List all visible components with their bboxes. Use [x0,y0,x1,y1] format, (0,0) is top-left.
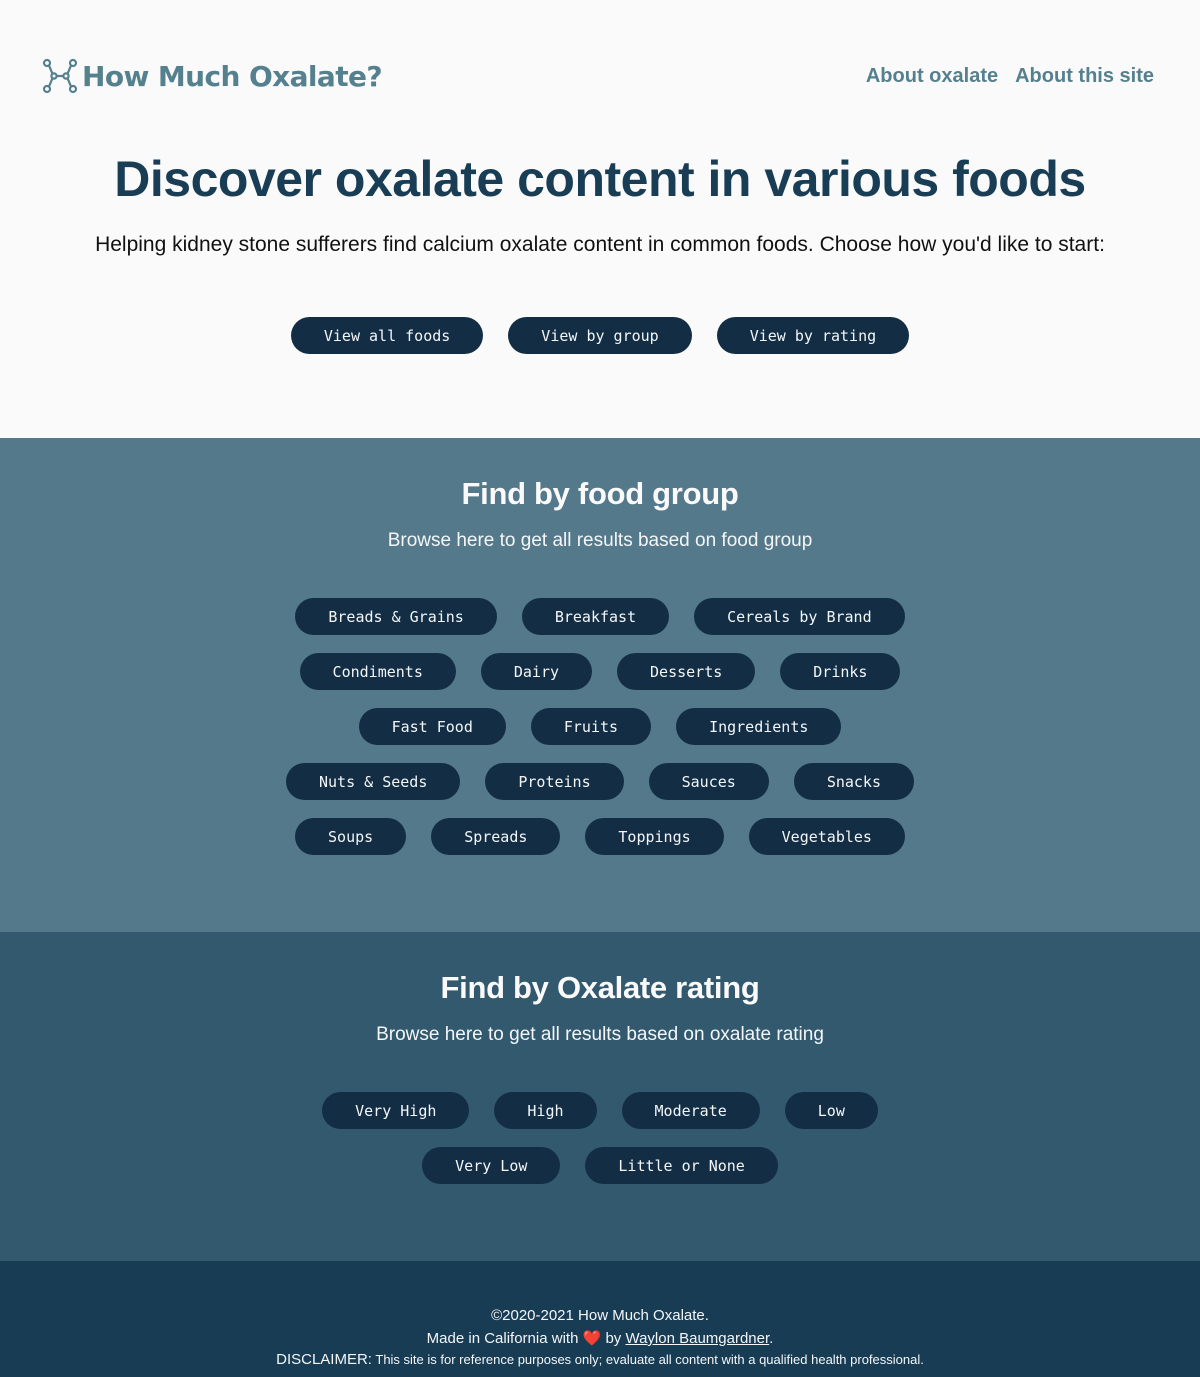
food-group-row: Nuts & Seeds Proteins Sauces Snacks [286,763,914,800]
rating-list: Very High High Moderate Low Very Low Little o… [0,1092,1200,1184]
food-group-list: Breads & Grains Breakfast Cereals by Brand… [0,598,1200,855]
top-nav: How Much Oxalate? About oxalate About th… [42,56,1154,96]
hero-subtitle: Helping kidney stone sufferers find calc… [95,233,1105,256]
food-group-condiments-button[interactable]: Condiments [299,653,456,690]
nav-about-oxalate[interactable]: About oxalate [866,65,998,88]
disclaimer: DISCLAIMER: This site is for reference p… [0,1350,1200,1370]
food-group-row: Breads & Grains Breakfast Cereals by Brand [295,598,905,635]
food-group-fruits-button[interactable]: Fruits [530,708,652,745]
disclaimer-text: This site is for reference purposes only… [375,1352,924,1367]
rating-row: Very Low Little or None [422,1147,778,1184]
brand-logo-link[interactable]: How Much Oxalate? [42,58,383,94]
food-group-snacks-button[interactable]: Snacks [793,763,914,800]
food-group-row: Soups Spreads Toppings Vegetables [295,818,905,855]
view-by-group-button[interactable]: View by group [508,317,692,354]
food-group-fast-food-button[interactable]: Fast Food [358,708,506,745]
made-in-text: Made in California with [426,1330,579,1347]
rating-section: Find by Oxalate rating Browse here to ge… [0,932,1200,1261]
rating-very-low-button[interactable]: Very Low [422,1147,561,1184]
view-all-foods-button[interactable]: View all foods [290,317,484,354]
food-group-dairy-button[interactable]: Dairy [480,653,593,690]
food-group-sauces-button[interactable]: Sauces [648,763,769,800]
brand-name: How Much Oxalate? [82,59,383,93]
food-group-subtitle: Browse here to get all results based on … [387,530,813,551]
food-group-nuts-and-seeds-button[interactable]: Nuts & Seeds [286,763,461,800]
header: How Much Oxalate? About oxalate About th… [0,0,1200,438]
food-group-soups-button[interactable]: Soups [295,818,407,855]
food-group-toppings-button[interactable]: Toppings [585,818,724,855]
rating-row: Very High High Moderate Low [322,1092,878,1129]
food-group-breads-and-grains-button[interactable]: Breads & Grains [295,598,497,635]
food-group-drinks-button[interactable]: Drinks [780,653,901,690]
nav-about-site[interactable]: About this site [1015,65,1154,88]
food-group-breakfast-button[interactable]: Breakfast [521,598,670,635]
rating-title: Find by Oxalate rating [440,970,760,1005]
food-group-desserts-button[interactable]: Desserts [617,653,756,690]
period: . [769,1330,774,1347]
view-by-rating-button[interactable]: View by rating [716,317,910,354]
food-group-vegetables-button[interactable]: Vegetables [748,818,905,855]
author-link[interactable]: Waylon Baumgardner [625,1330,769,1347]
food-group-spreads-button[interactable]: Spreads [431,818,561,855]
food-group-section: Find by food group Browse here to get al… [0,438,1200,932]
rating-little-or-none-button[interactable]: Little or None [585,1147,778,1184]
footer: ©2020-2021 How Much Oxalate. Made in Cal… [0,1261,1200,1377]
rating-moderate-button[interactable]: Moderate [621,1092,760,1129]
food-group-row: Fast Food Fruits Ingredients [358,708,842,745]
molecule-icon [42,58,78,94]
hero-buttons: View all foods View by group View by rat… [0,317,1200,354]
heart-icon: ❤️ [582,1330,602,1347]
food-group-proteins-button[interactable]: Proteins [485,763,624,800]
hero-title: Discover oxalate content in various food… [114,151,1086,207]
rating-high-button[interactable]: High [494,1092,597,1129]
food-group-row: Condiments Dairy Desserts Drinks [299,653,901,690]
copyright: ©2020-2021 How Much Oxalate. [491,1307,709,1324]
disclaimer-label: DISCLAIMER: [276,1351,372,1368]
food-group-title: Find by food group [461,476,739,511]
nav-links: About oxalate About this site [866,65,1154,88]
rating-very-high-button[interactable]: Very High [322,1092,470,1129]
made-in-line: Made in California with ❤️ by Waylon Bau… [0,1327,1200,1350]
made-by-text: by [605,1330,622,1347]
food-group-cereals-by-brand-button[interactable]: Cereals by Brand [694,598,905,635]
rating-subtitle: Browse here to get all results based on … [376,1024,824,1045]
rating-low-button[interactable]: Low [784,1092,878,1129]
food-group-ingredients-button[interactable]: Ingredients [676,708,842,745]
